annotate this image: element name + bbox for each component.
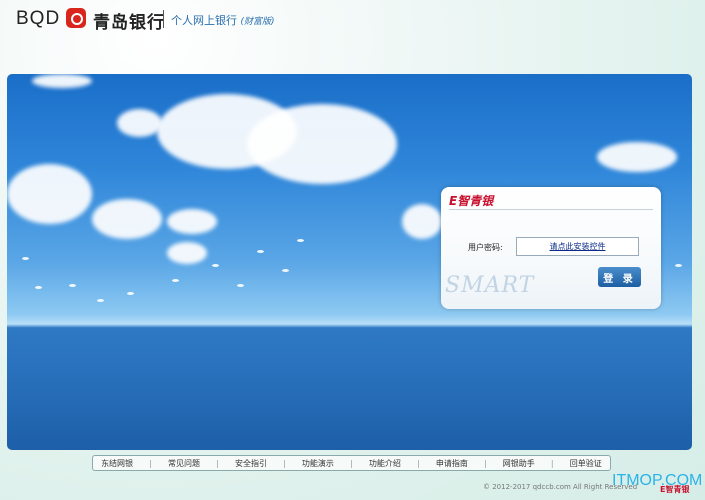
footer-link-receipt[interactable]: 回单验证 xyxy=(570,458,602,469)
footer-link-demo[interactable]: 功能演示 xyxy=(302,458,334,469)
footer-separator: | xyxy=(417,458,420,468)
password-label: 用户密码: xyxy=(468,243,503,252)
footer-link-apply[interactable]: 申请指南 xyxy=(436,458,468,469)
footer-nav: 东结网银 | 常见问题 | 安全指引 | 功能演示 | 功能介绍 | 申请指南 … xyxy=(92,455,611,471)
footer-link-faq[interactable]: 常见问题 xyxy=(168,458,200,469)
bird xyxy=(22,257,29,260)
footer-separator: | xyxy=(350,458,353,468)
install-control-link[interactable]: 请点此安装控件 xyxy=(550,241,606,252)
header-divider xyxy=(163,10,164,28)
bird xyxy=(257,250,264,253)
footer-link-security[interactable]: 安全指引 xyxy=(235,458,267,469)
cloud xyxy=(7,164,92,224)
header: BQD 青岛银行 个人网上银行 (财富版) xyxy=(0,0,705,40)
login-button[interactable]: 登 录 xyxy=(598,267,641,287)
bird xyxy=(69,284,76,287)
bank-name: 青岛银行 xyxy=(93,13,165,33)
cloud xyxy=(92,199,162,239)
cloud xyxy=(402,204,442,239)
cloud xyxy=(32,74,92,88)
edition-text: (财富版) xyxy=(240,17,275,27)
footer-separator: | xyxy=(216,458,219,468)
login-divider xyxy=(449,209,653,210)
bird xyxy=(282,269,289,272)
bqd-logo-text: BQD xyxy=(16,8,61,29)
subtitle-text: 个人网上银行 xyxy=(171,14,237,27)
login-panel: E智青银 用户密码: 请点此安装控件 登 录 SMART xyxy=(441,187,661,309)
cloud xyxy=(167,242,207,264)
cloud xyxy=(247,104,397,184)
cloud xyxy=(117,109,162,137)
footer-separator: | xyxy=(483,458,487,468)
bird xyxy=(212,264,219,267)
bird xyxy=(127,292,134,295)
footer-link-assistant[interactable]: 网银助手 xyxy=(503,458,535,469)
password-field[interactable]: 请点此安装控件 xyxy=(516,237,639,256)
cloud xyxy=(597,142,677,172)
footer-link-freeze[interactable]: 东结网银 xyxy=(101,458,133,469)
e-smart-logo: E智青银 xyxy=(449,194,494,208)
bird xyxy=(237,284,244,287)
page-title: 个人网上银行 (财富版) xyxy=(171,12,275,28)
bank-logo-icon xyxy=(66,8,86,28)
mini-e-logo: E智青银 xyxy=(660,485,690,494)
bird xyxy=(97,299,104,302)
footer-separator: | xyxy=(550,458,554,468)
cloud xyxy=(167,209,217,234)
smart-watermark: SMART xyxy=(445,273,535,298)
bird xyxy=(172,279,179,282)
footer-link-features[interactable]: 功能介绍 xyxy=(369,458,401,469)
bird xyxy=(675,264,682,267)
bird xyxy=(297,239,304,242)
bird xyxy=(35,286,42,289)
footer-separator: | xyxy=(149,458,152,468)
footer-separator: | xyxy=(283,458,286,468)
